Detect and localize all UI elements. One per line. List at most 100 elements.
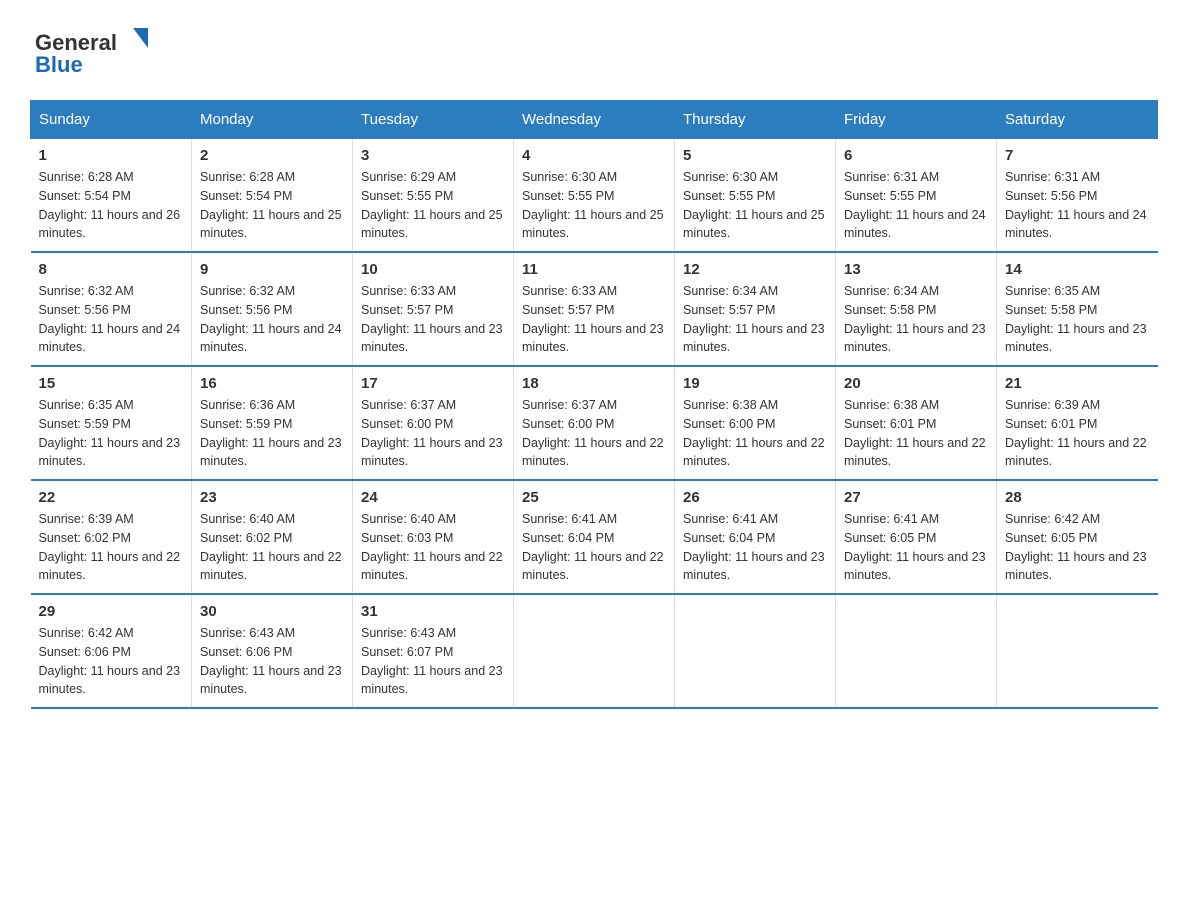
- day-number: 4: [522, 147, 666, 164]
- day-cell: 17 Sunrise: 6:37 AMSunset: 6:00 PMDaylig…: [353, 366, 514, 480]
- day-info: Sunrise: 6:30 AMSunset: 5:55 PMDaylight:…: [683, 170, 825, 240]
- day-info: Sunrise: 6:41 AMSunset: 6:05 PMDaylight:…: [844, 512, 986, 582]
- day-cell: 20 Sunrise: 6:38 AMSunset: 6:01 PMDaylig…: [836, 366, 997, 480]
- day-number: 14: [1005, 261, 1150, 278]
- day-number: 2: [200, 147, 344, 164]
- day-number: 31: [361, 603, 505, 620]
- day-info: Sunrise: 6:34 AMSunset: 5:58 PMDaylight:…: [844, 284, 986, 354]
- day-cell: 7 Sunrise: 6:31 AMSunset: 5:56 PMDayligh…: [997, 139, 1158, 253]
- day-cell: 6 Sunrise: 6:31 AMSunset: 5:55 PMDayligh…: [836, 139, 997, 253]
- day-cell: 27 Sunrise: 6:41 AMSunset: 6:05 PMDaylig…: [836, 480, 997, 594]
- day-number: 27: [844, 489, 988, 506]
- day-cell: 16 Sunrise: 6:36 AMSunset: 5:59 PMDaylig…: [192, 366, 353, 480]
- day-info: Sunrise: 6:35 AMSunset: 5:59 PMDaylight:…: [39, 398, 181, 468]
- day-cell: 19 Sunrise: 6:38 AMSunset: 6:00 PMDaylig…: [675, 366, 836, 480]
- day-number: 18: [522, 375, 666, 392]
- day-number: 17: [361, 375, 505, 392]
- day-number: 3: [361, 147, 505, 164]
- day-number: 22: [39, 489, 184, 506]
- day-info: Sunrise: 6:30 AMSunset: 5:55 PMDaylight:…: [522, 170, 664, 240]
- day-cell: 2 Sunrise: 6:28 AMSunset: 5:54 PMDayligh…: [192, 139, 353, 253]
- weekday-header-wednesday: Wednesday: [514, 101, 675, 139]
- day-number: 7: [1005, 147, 1150, 164]
- day-number: 12: [683, 261, 827, 278]
- day-number: 20: [844, 375, 988, 392]
- day-info: Sunrise: 6:40 AMSunset: 6:03 PMDaylight:…: [361, 512, 503, 582]
- weekday-header-saturday: Saturday: [997, 101, 1158, 139]
- day-cell: 30 Sunrise: 6:43 AMSunset: 6:06 PMDaylig…: [192, 594, 353, 708]
- day-number: 6: [844, 147, 988, 164]
- day-cell: [675, 594, 836, 708]
- day-number: 26: [683, 489, 827, 506]
- day-number: 10: [361, 261, 505, 278]
- day-info: Sunrise: 6:42 AMSunset: 6:06 PMDaylight:…: [39, 626, 181, 696]
- day-number: 30: [200, 603, 344, 620]
- day-cell: 25 Sunrise: 6:41 AMSunset: 6:04 PMDaylig…: [514, 480, 675, 594]
- day-number: 15: [39, 375, 184, 392]
- day-number: 28: [1005, 489, 1150, 506]
- day-cell: 9 Sunrise: 6:32 AMSunset: 5:56 PMDayligh…: [192, 252, 353, 366]
- day-info: Sunrise: 6:43 AMSunset: 6:07 PMDaylight:…: [361, 626, 503, 696]
- day-cell: 10 Sunrise: 6:33 AMSunset: 5:57 PMDaylig…: [353, 252, 514, 366]
- day-cell: 5 Sunrise: 6:30 AMSunset: 5:55 PMDayligh…: [675, 139, 836, 253]
- weekday-header-row: SundayMondayTuesdayWednesdayThursdayFrid…: [31, 101, 1158, 139]
- day-info: Sunrise: 6:28 AMSunset: 5:54 PMDaylight:…: [200, 170, 342, 240]
- weekday-header-friday: Friday: [836, 101, 997, 139]
- day-number: 29: [39, 603, 184, 620]
- day-info: Sunrise: 6:37 AMSunset: 6:00 PMDaylight:…: [361, 398, 503, 468]
- day-cell: 26 Sunrise: 6:41 AMSunset: 6:04 PMDaylig…: [675, 480, 836, 594]
- day-info: Sunrise: 6:28 AMSunset: 5:54 PMDaylight:…: [39, 170, 181, 240]
- logo-svg: General Blue: [30, 20, 160, 80]
- day-info: Sunrise: 6:40 AMSunset: 6:02 PMDaylight:…: [200, 512, 342, 582]
- day-info: Sunrise: 6:39 AMSunset: 6:02 PMDaylight:…: [39, 512, 181, 582]
- day-info: Sunrise: 6:35 AMSunset: 5:58 PMDaylight:…: [1005, 284, 1147, 354]
- day-cell: 18 Sunrise: 6:37 AMSunset: 6:00 PMDaylig…: [514, 366, 675, 480]
- day-cell: 12 Sunrise: 6:34 AMSunset: 5:57 PMDaylig…: [675, 252, 836, 366]
- day-info: Sunrise: 6:39 AMSunset: 6:01 PMDaylight:…: [1005, 398, 1147, 468]
- day-cell: 28 Sunrise: 6:42 AMSunset: 6:05 PMDaylig…: [997, 480, 1158, 594]
- week-row-2: 8 Sunrise: 6:32 AMSunset: 5:56 PMDayligh…: [31, 252, 1158, 366]
- day-number: 1: [39, 147, 184, 164]
- day-cell: 21 Sunrise: 6:39 AMSunset: 6:01 PMDaylig…: [997, 366, 1158, 480]
- day-info: Sunrise: 6:36 AMSunset: 5:59 PMDaylight:…: [200, 398, 342, 468]
- svg-text:Blue: Blue: [35, 52, 83, 77]
- day-info: Sunrise: 6:34 AMSunset: 5:57 PMDaylight:…: [683, 284, 825, 354]
- day-cell: 8 Sunrise: 6:32 AMSunset: 5:56 PMDayligh…: [31, 252, 192, 366]
- day-number: 16: [200, 375, 344, 392]
- day-info: Sunrise: 6:41 AMSunset: 6:04 PMDaylight:…: [522, 512, 664, 582]
- day-number: 8: [39, 261, 184, 278]
- day-cell: 31 Sunrise: 6:43 AMSunset: 6:07 PMDaylig…: [353, 594, 514, 708]
- day-cell: 4 Sunrise: 6:30 AMSunset: 5:55 PMDayligh…: [514, 139, 675, 253]
- weekday-header-tuesday: Tuesday: [353, 101, 514, 139]
- day-number: 9: [200, 261, 344, 278]
- day-info: Sunrise: 6:38 AMSunset: 6:00 PMDaylight:…: [683, 398, 825, 468]
- day-number: 13: [844, 261, 988, 278]
- day-cell: [514, 594, 675, 708]
- day-info: Sunrise: 6:33 AMSunset: 5:57 PMDaylight:…: [522, 284, 664, 354]
- day-info: Sunrise: 6:43 AMSunset: 6:06 PMDaylight:…: [200, 626, 342, 696]
- day-info: Sunrise: 6:29 AMSunset: 5:55 PMDaylight:…: [361, 170, 503, 240]
- day-info: Sunrise: 6:41 AMSunset: 6:04 PMDaylight:…: [683, 512, 825, 582]
- day-info: Sunrise: 6:32 AMSunset: 5:56 PMDaylight:…: [39, 284, 181, 354]
- day-cell: [836, 594, 997, 708]
- day-cell: 15 Sunrise: 6:35 AMSunset: 5:59 PMDaylig…: [31, 366, 192, 480]
- day-info: Sunrise: 6:33 AMSunset: 5:57 PMDaylight:…: [361, 284, 503, 354]
- day-number: 11: [522, 261, 666, 278]
- day-number: 23: [200, 489, 344, 506]
- day-cell: 23 Sunrise: 6:40 AMSunset: 6:02 PMDaylig…: [192, 480, 353, 594]
- day-number: 25: [522, 489, 666, 506]
- week-row-1: 1 Sunrise: 6:28 AMSunset: 5:54 PMDayligh…: [31, 139, 1158, 253]
- week-row-5: 29 Sunrise: 6:42 AMSunset: 6:06 PMDaylig…: [31, 594, 1158, 708]
- day-cell: [997, 594, 1158, 708]
- day-number: 5: [683, 147, 827, 164]
- day-cell: 22 Sunrise: 6:39 AMSunset: 6:02 PMDaylig…: [31, 480, 192, 594]
- week-row-4: 22 Sunrise: 6:39 AMSunset: 6:02 PMDaylig…: [31, 480, 1158, 594]
- logo: General Blue: [30, 20, 160, 80]
- calendar-table: SundayMondayTuesdayWednesdayThursdayFrid…: [30, 100, 1158, 709]
- day-number: 24: [361, 489, 505, 506]
- day-cell: 1 Sunrise: 6:28 AMSunset: 5:54 PMDayligh…: [31, 139, 192, 253]
- day-number: 19: [683, 375, 827, 392]
- day-cell: 24 Sunrise: 6:40 AMSunset: 6:03 PMDaylig…: [353, 480, 514, 594]
- day-cell: 11 Sunrise: 6:33 AMSunset: 5:57 PMDaylig…: [514, 252, 675, 366]
- weekday-header-monday: Monday: [192, 101, 353, 139]
